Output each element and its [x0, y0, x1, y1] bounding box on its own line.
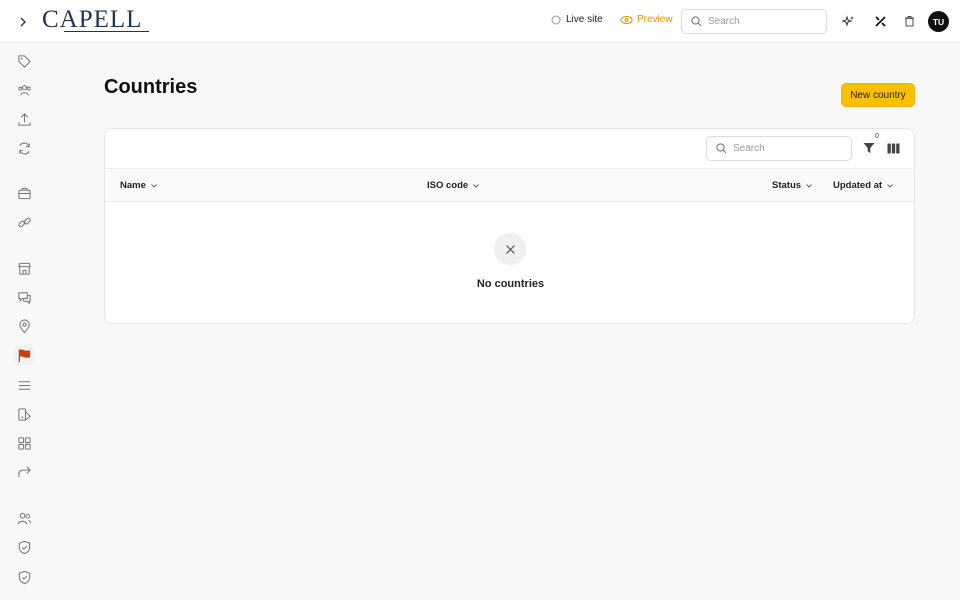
sidebar-item-stores[interactable] — [14, 258, 34, 278]
user-avatar[interactable]: TU — [928, 11, 949, 32]
users-group-icon — [17, 84, 31, 95]
tools-icon — [874, 15, 886, 27]
flag-icon — [18, 348, 30, 362]
tools-button[interactable] — [872, 13, 888, 29]
sidebar-item-business[interactable] — [14, 183, 34, 203]
sidebar-item-permissions[interactable] — [14, 567, 34, 587]
column-label: ISO code — [427, 180, 469, 191]
global-search — [681, 9, 827, 34]
link-icon — [17, 217, 31, 227]
sidebar-item-users[interactable] — [14, 508, 34, 528]
sidebar-item-locations[interactable] — [14, 316, 34, 336]
sidebar-item-countries[interactable] — [14, 345, 34, 365]
trash-button[interactable] — [901, 13, 917, 29]
map-pin-icon — [18, 318, 30, 333]
column-header-status[interactable]: Status — [772, 180, 813, 191]
column-header-updated-at[interactable]: Updated at — [833, 180, 894, 191]
expand-sidebar-button[interactable] — [14, 13, 32, 31]
search-icon — [716, 143, 727, 154]
table-search-input[interactable] — [733, 143, 833, 154]
table-header: Name ISO code Status Updated at — [105, 168, 914, 202]
sidebar-item-messages[interactable] — [14, 287, 34, 307]
filter-count-badge: 0 — [875, 133, 879, 140]
tag-icon — [17, 54, 31, 68]
sidebar-item-teams[interactable] — [14, 80, 34, 100]
app-logo[interactable]: CAPELL — [42, 6, 142, 34]
globe-icon — [551, 15, 561, 24]
column-label: Name — [120, 180, 146, 191]
page-title: Countries — [104, 76, 198, 98]
logo-underline — [64, 31, 149, 32]
store-icon — [17, 262, 31, 275]
sidebar-item-menus[interactable] — [14, 375, 34, 395]
table-search — [706, 136, 852, 161]
sidebar — [0, 44, 48, 600]
filter-button[interactable] — [861, 140, 877, 156]
trash-icon — [904, 15, 914, 27]
global-search-input[interactable] — [708, 16, 808, 27]
redirect-icon — [17, 466, 31, 477]
filter-icon — [863, 143, 875, 153]
sidebar-item-tags[interactable] — [14, 51, 34, 71]
shield-check-icon — [18, 540, 30, 554]
briefcase-icon — [17, 187, 31, 199]
sidebar-item-sync[interactable] — [14, 138, 34, 158]
new-country-button[interactable]: New country — [841, 83, 915, 107]
chat-icon — [17, 291, 31, 304]
toggle-columns-button[interactable] — [885, 140, 901, 156]
preview-link[interactable]: Preview — [620, 14, 673, 25]
countries-table-card: 0 Name ISO code Status Updated at No cou… — [104, 128, 915, 324]
shapes-icon — [17, 407, 31, 421]
refresh-icon — [18, 142, 30, 154]
sidebar-item-content-types[interactable] — [14, 404, 34, 424]
chevron-right-icon — [20, 17, 26, 27]
sidebar-item-links[interactable] — [14, 212, 34, 232]
live-site-label: Live site — [566, 14, 603, 25]
column-header-iso-code[interactable]: ISO code — [427, 180, 480, 191]
top-bar: CAPELL Live site Preview TU — [0, 0, 960, 43]
sparkles-icon — [841, 14, 854, 27]
chevron-down-icon — [887, 183, 893, 188]
preview-label: Preview — [637, 14, 673, 25]
close-icon — [505, 244, 515, 254]
users-icon — [17, 512, 31, 524]
eye-icon — [620, 15, 633, 24]
sidebar-item-roles[interactable] — [14, 537, 34, 557]
chevron-down-icon — [151, 183, 157, 188]
column-label: Updated at — [833, 180, 883, 191]
live-site-link[interactable]: Live site — [551, 14, 603, 25]
sidebar-item-blocks[interactable] — [14, 433, 34, 453]
grid-icon — [17, 436, 31, 450]
empty-state-text: No countries — [476, 278, 545, 290]
sidebar-item-redirects[interactable] — [14, 462, 34, 482]
shield-check-icon — [18, 570, 30, 584]
chevron-down-icon — [806, 183, 812, 188]
sidebar-item-uploads[interactable] — [14, 109, 34, 129]
upload-icon — [17, 112, 31, 126]
chevron-down-icon — [473, 183, 480, 188]
search-icon — [691, 16, 702, 27]
column-label: Status — [772, 180, 802, 191]
column-header-name[interactable]: Name — [120, 180, 158, 191]
empty-state-icon-wrap — [494, 233, 526, 265]
columns-icon — [887, 143, 899, 153]
menu-icon — [18, 380, 30, 390]
ai-sparkles-button[interactable] — [840, 13, 856, 29]
